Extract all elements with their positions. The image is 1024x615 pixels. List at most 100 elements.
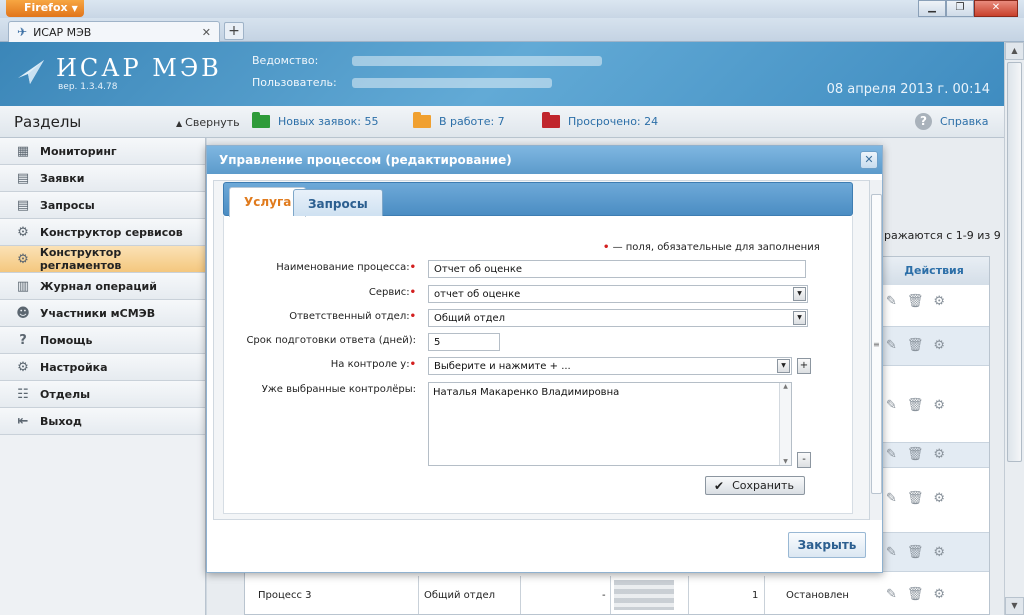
sidebar-item-operation-log[interactable]: ▥ Журнал операций xyxy=(0,273,205,300)
gear-icon[interactable]: ⚙ xyxy=(933,447,945,462)
pagination-range-text: ражаются с 1-9 из 9 xyxy=(884,229,1001,242)
column-divider xyxy=(764,576,765,614)
in-progress-link[interactable]: В работе: 7 xyxy=(413,112,505,128)
sections-title: Разделы xyxy=(14,113,82,131)
minimize-button[interactable]: ▁ xyxy=(918,0,946,17)
deadline-input[interactable]: 5 xyxy=(428,333,500,351)
trash-icon[interactable]: 🗑 xyxy=(907,398,924,413)
tab-queries[interactable]: Запросы xyxy=(293,189,383,216)
table-row[interactable]: Процесс 3 Общий отдел - 1 Остановлен xyxy=(252,576,988,614)
textarea-scrollbar[interactable]: ▲ ▼ xyxy=(779,383,791,465)
scroll-down-icon[interactable]: ▼ xyxy=(1005,597,1024,615)
department-label: Ответственный отдел:• xyxy=(289,311,416,322)
gear-icon[interactable]: ⚙ xyxy=(933,398,945,413)
sidebar-item-queries[interactable]: ▤ Запросы xyxy=(0,192,205,219)
edit-pencil-icon[interactable]: ✎ xyxy=(886,338,897,353)
sidebar-item-regulation-builder[interactable]: ⚙ Конструктор регламентов xyxy=(0,246,205,273)
trash-icon[interactable]: 🗑 xyxy=(907,338,924,353)
sidebar-item-monitoring[interactable]: ▦ Мониторинг xyxy=(0,138,205,165)
edit-pencil-icon[interactable]: ✎ xyxy=(886,447,897,462)
users-icon: ☻ xyxy=(16,305,30,321)
edit-pencil-icon[interactable]: ✎ xyxy=(886,398,897,413)
scroll-up-icon[interactable]: ▲ xyxy=(1005,42,1024,60)
row-actions: ✎ 🗑 ⚙ xyxy=(886,491,986,506)
help-link[interactable]: ? Справка xyxy=(915,113,988,130)
requests-icon: ▤ xyxy=(16,170,30,186)
close-tab-icon[interactable]: ✕ xyxy=(202,26,211,39)
overdue-link[interactable]: Просрочено: 24 xyxy=(542,112,658,128)
sidebar-item-help[interactable]: ? Помощь xyxy=(0,327,205,354)
department-select[interactable]: Общий отдел ▼ xyxy=(428,309,808,327)
sidebar-item-departments[interactable]: ☷ Отделы xyxy=(0,381,205,408)
process-name-input[interactable]: Отчет об оценке xyxy=(428,260,806,278)
column-divider xyxy=(688,576,689,614)
new-requests-link[interactable]: Новых заявок: 55 xyxy=(252,112,378,128)
service-label: Сервис:• xyxy=(368,287,416,298)
new-tab-button[interactable]: + xyxy=(224,22,244,40)
chevron-down-icon: ▼ xyxy=(71,4,78,13)
window-close-button[interactable]: ✕ xyxy=(974,0,1018,17)
gear-icon: ⚙ xyxy=(17,251,29,267)
modal-scrollbar[interactable]: ≡ xyxy=(869,180,882,520)
scroll-thumb[interactable] xyxy=(1007,62,1022,462)
actions-column-header: Действия xyxy=(878,257,989,285)
controller-select[interactable]: Выберите и нажмите + ... ▼ xyxy=(428,357,792,375)
agency-label: Ведомство: xyxy=(252,54,319,67)
remove-controller-button[interactable]: - xyxy=(797,452,811,468)
edit-pencil-icon[interactable]: ✎ xyxy=(886,294,897,309)
required-note: • — поля, обязательные для заполнения xyxy=(603,242,820,253)
maximize-button[interactable]: ❐ xyxy=(946,0,974,17)
firefox-menu-button[interactable]: Firefox ▼ xyxy=(6,0,84,17)
checkmark-icon: ✔ xyxy=(714,478,725,493)
collapse-button[interactable]: ▲ Свернуть xyxy=(176,116,240,129)
gear-icon[interactable]: ⚙ xyxy=(933,491,945,506)
grip-icon: ≡ xyxy=(873,340,880,349)
chevron-down-icon[interactable]: ▼ xyxy=(793,287,806,301)
chevron-down-icon[interactable]: ▼ xyxy=(777,359,790,373)
current-datetime: 08 апреля 2013 г. 00:14 xyxy=(826,82,990,97)
required-dot: • xyxy=(409,359,416,370)
gear-icon[interactable]: ⚙ xyxy=(933,338,945,353)
edit-pencil-icon[interactable]: ✎ xyxy=(886,491,897,506)
row-actions: ✎ 🗑 ⚙ xyxy=(886,447,986,462)
trash-icon[interactable]: 🗑 xyxy=(907,491,924,506)
gear-icon[interactable]: ⚙ xyxy=(933,545,945,560)
save-button[interactable]: ✔ Сохранить xyxy=(705,476,805,495)
controller-label: На контроле у:• xyxy=(330,359,416,370)
dash-cell: - xyxy=(602,590,606,601)
deadline-label: Срок подготовки ответа (дней): xyxy=(246,335,416,346)
service-select[interactable]: отчет об оценке ▼ xyxy=(428,285,808,303)
sidebar-item-participants[interactable]: ☻ Участники мСМЭВ xyxy=(0,300,205,327)
modal-close-icon[interactable]: ✕ xyxy=(860,151,878,169)
row-actions: ✎ 🗑 ⚙ xyxy=(886,294,986,309)
required-dot: • xyxy=(603,242,610,253)
edit-pencil-icon[interactable]: ✎ xyxy=(886,545,897,560)
sidebar-item-settings[interactable]: ⚙ Настройка xyxy=(0,354,205,381)
add-controller-button[interactable]: + xyxy=(797,358,811,374)
scroll-up-icon[interactable]: ▲ xyxy=(780,383,791,390)
sidebar-item-exit[interactable]: ⇤ Выход xyxy=(0,408,205,435)
scroll-down-icon[interactable]: ▼ xyxy=(780,458,791,465)
row-actions: ✎ 🗑 ⚙ xyxy=(886,398,986,413)
close-button[interactable]: Закрыть xyxy=(788,532,866,558)
settings-icon: ⚙ xyxy=(17,359,29,375)
gear-icon: ⚙ xyxy=(17,224,29,240)
chevron-down-icon[interactable]: ▼ xyxy=(793,311,806,325)
window-controls: ▁ ❐ ✕ xyxy=(918,0,1018,17)
column-divider xyxy=(418,576,419,614)
page-scrollbar[interactable]: ▲ ▼ xyxy=(1004,42,1024,615)
selected-controllers-textarea[interactable]: Наталья Макаренко Владимировна ▲ ▼ xyxy=(428,382,792,466)
browser-tab[interactable]: ✈ ИСАР МЭВ ✕ xyxy=(8,21,220,42)
gear-icon[interactable]: ⚙ xyxy=(933,294,945,309)
trash-icon[interactable]: 🗑 xyxy=(907,294,924,309)
sidebar-item-service-builder[interactable]: ⚙ Конструктор сервисов xyxy=(0,219,205,246)
trash-icon[interactable]: 🗑 xyxy=(907,545,924,560)
exit-icon: ⇤ xyxy=(17,413,29,429)
question-icon: ? xyxy=(915,113,932,130)
column-divider xyxy=(520,576,521,614)
sidebar-item-requests[interactable]: ▤ Заявки xyxy=(0,165,205,192)
trash-icon[interactable]: 🗑 xyxy=(907,447,924,462)
agency-value-redacted xyxy=(352,56,602,66)
modal-title: Управление процессом (редактирование) xyxy=(207,146,882,174)
book-icon: ▥ xyxy=(16,278,30,294)
